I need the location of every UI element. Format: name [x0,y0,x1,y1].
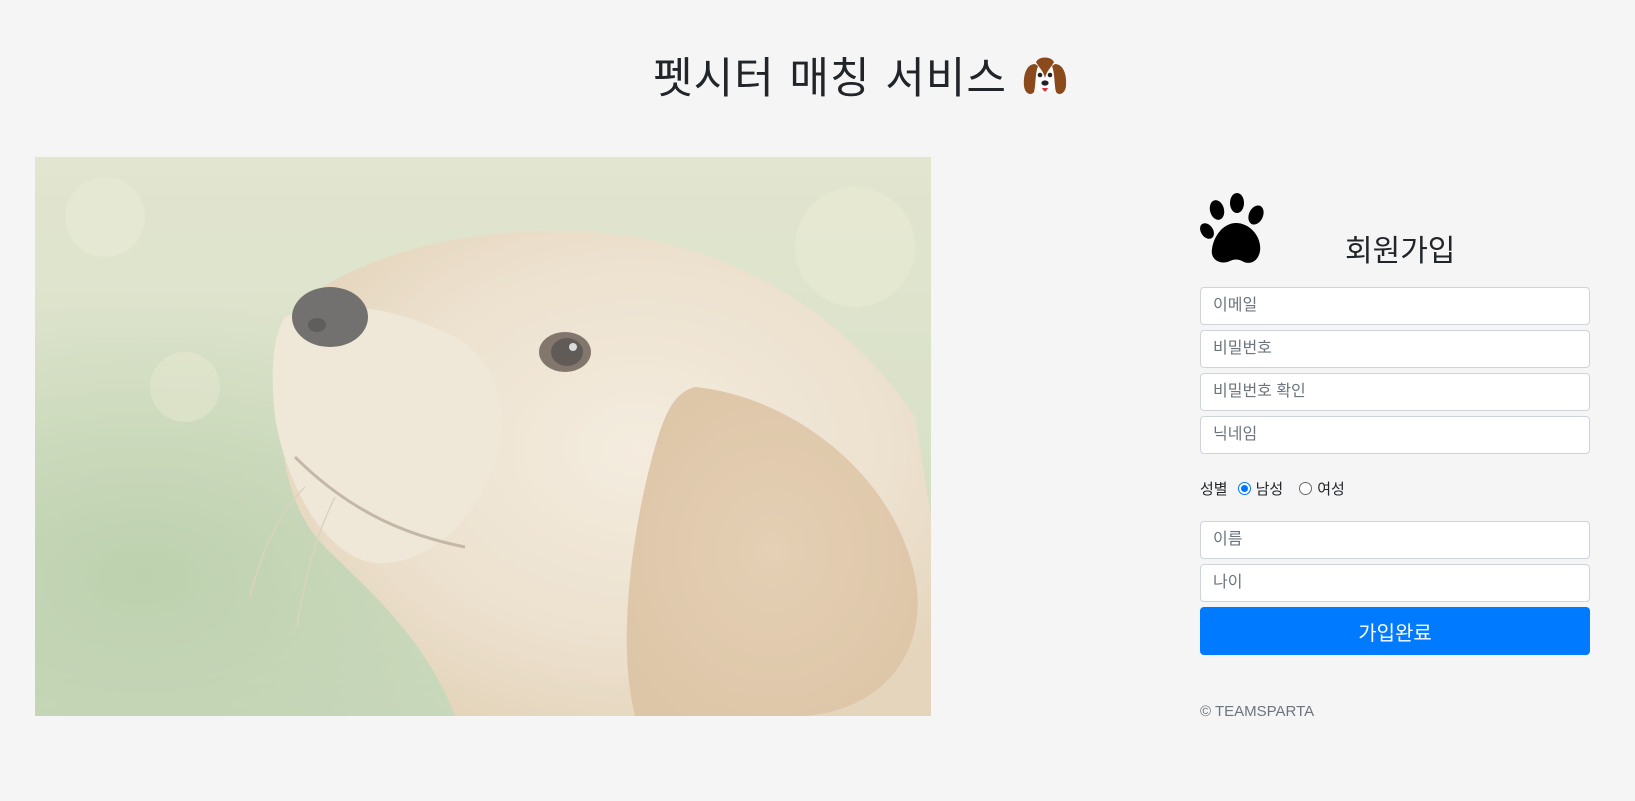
page-title: 펫시터 매칭 서비스 [0,44,1635,106]
radio-female[interactable] [1299,481,1313,495]
password-confirm-field[interactable] [1200,373,1590,411]
age-field[interactable] [1200,564,1590,602]
form-header: 회원가입 [1200,190,1590,272]
dog-face-icon [1021,50,1069,100]
footer-copyright: © TEAMSPARTA [1200,703,1315,720]
page-title-text: 펫시터 매칭 서비스 [653,54,1007,104]
name-field[interactable] [1200,521,1590,559]
email-field[interactable] [1200,287,1590,325]
paw-print-icon [1200,193,1272,269]
nickname-field[interactable] [1200,416,1590,454]
password-field[interactable] [1200,330,1590,368]
gender-option-male-label: 남성 [1255,480,1284,498]
gender-option-female[interactable]: 여성 [1299,478,1345,499]
gender-selector: 성별 남성 여성 [1200,478,1590,498]
gender-option-male[interactable]: 남성 [1237,478,1284,499]
submit-button[interactable]: 가입완료 [1200,607,1590,655]
gender-option-female-label: 여성 [1317,480,1345,498]
signup-form: 회원가입 성별 남성 여성 가입완료 [1200,190,1590,655]
hero-image [35,157,931,716]
radio-male[interactable] [1237,481,1251,495]
gender-label: 성별 [1200,480,1228,498]
form-title: 회원가입 [1345,234,1456,269]
